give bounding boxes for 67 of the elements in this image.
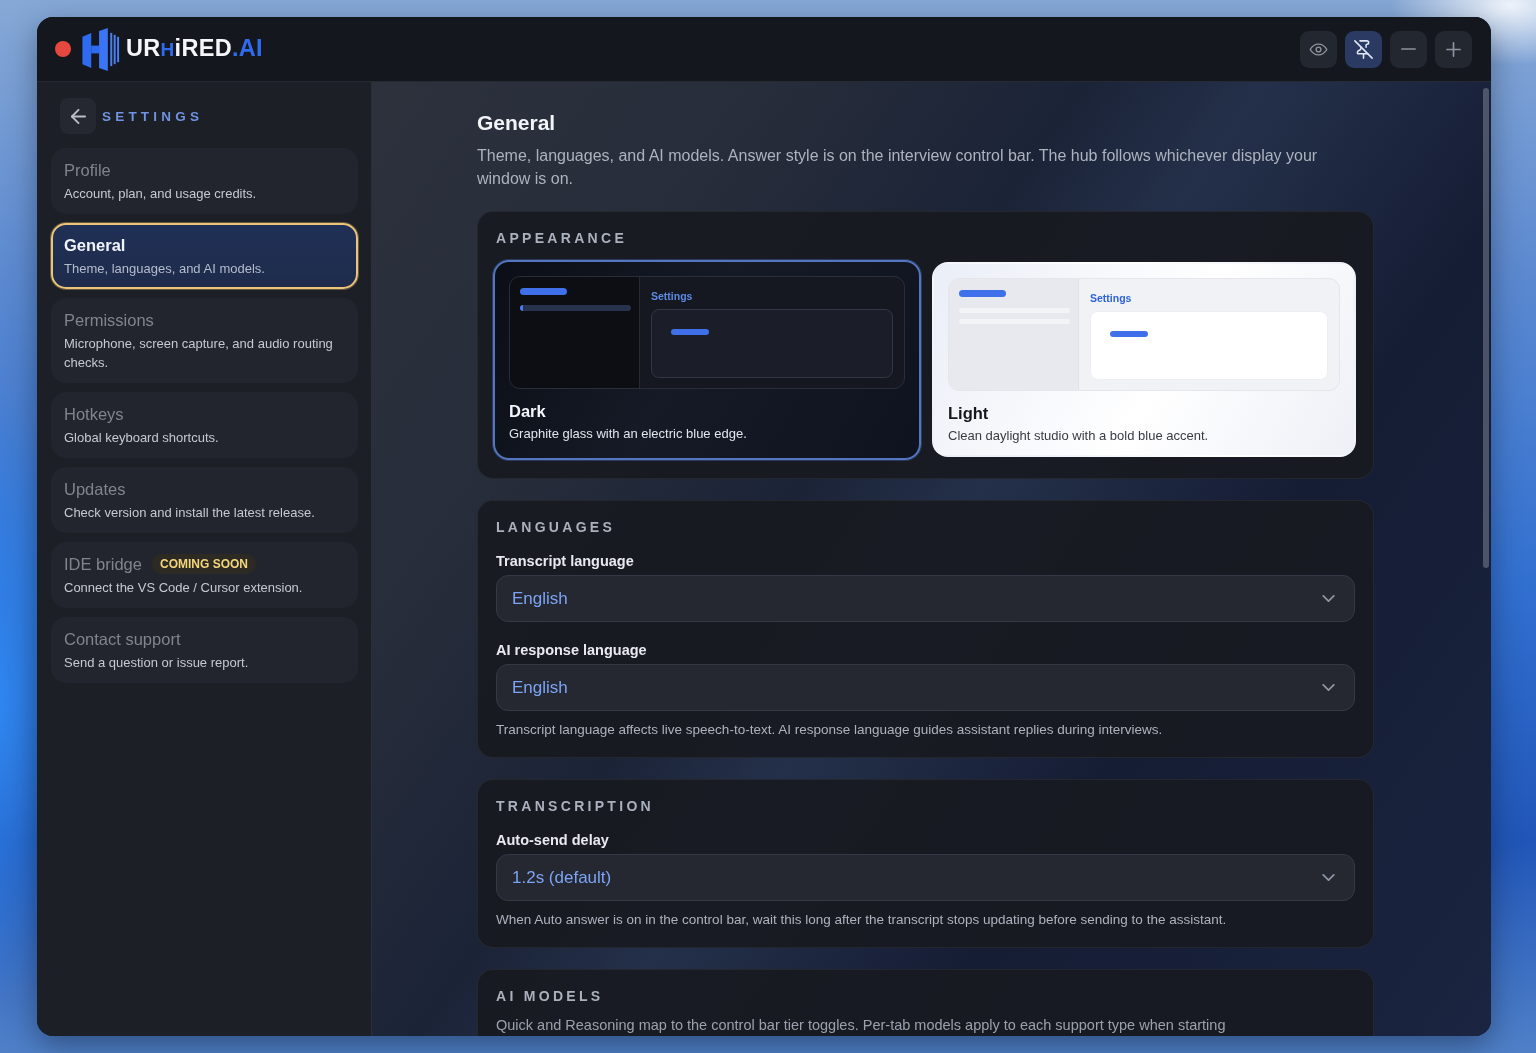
scrollbar[interactable] bbox=[1483, 88, 1489, 568]
nav-item-title: General bbox=[64, 235, 126, 256]
pin-button[interactable] bbox=[1345, 30, 1382, 68]
nav-item[interactable]: Profile Account, plan, and usage credits. bbox=[51, 148, 358, 214]
dropdown[interactable]: 1.2s (default) bbox=[496, 854, 1355, 901]
theme-description: Graphite glass with an electric blue edge. bbox=[509, 425, 748, 443]
logo-text: URHiRED.AI bbox=[126, 34, 263, 63]
theme-option[interactable]: Settings Light Clean daylight studio with a bold blue accent. bbox=[932, 262, 1356, 457]
minus-button[interactable] bbox=[1390, 30, 1427, 68]
placeholder-bar bbox=[671, 329, 709, 335]
pin-slash-icon bbox=[1354, 39, 1373, 59]
theme-option[interactable]: Settings Dark Graphite glass with an electric blue edge. bbox=[493, 260, 921, 460]
preview-heading: Settings bbox=[651, 289, 694, 303]
placeholder-bar bbox=[959, 290, 1006, 297]
nav-item-description: Account, plan, and usage credits. bbox=[64, 185, 258, 203]
back-button[interactable] bbox=[60, 98, 96, 134]
nav-item-description: Connect the VS Code / Cursor extension. bbox=[64, 579, 304, 597]
theme-description: Clean daylight studio with a bold blue accent. bbox=[948, 427, 1210, 445]
theme-name: Light bbox=[948, 403, 990, 423]
section-heading: LANGUAGES bbox=[496, 518, 617, 536]
nav-item[interactable]: General Theme, languages, and AI models. bbox=[51, 223, 358, 289]
plus-icon bbox=[1446, 41, 1461, 57]
nav-item-title: Permissions bbox=[64, 310, 154, 331]
field-label: Auto-send delay bbox=[496, 831, 610, 849]
field-label: Transcript language bbox=[496, 552, 635, 570]
placeholder-bar bbox=[520, 288, 567, 295]
page-title: General bbox=[477, 110, 557, 136]
nav-item-title: Hotkeys bbox=[64, 404, 124, 425]
nav-item-description: Theme, languages, and AI models. bbox=[64, 260, 266, 278]
section-description: Quick and Reasoning map to the control bar tier toggles. Per-tab models apply to each support type when starting bbox=[496, 1016, 1227, 1034]
status-badge: COMING SOON bbox=[151, 554, 256, 574]
visibility-button[interactable] bbox=[1300, 30, 1337, 68]
page-description: Theme, languages, and AI models. Answer style is on the interview control bar. The hub follows whichever display your window is on. bbox=[477, 146, 1319, 189]
theme-name: Dark bbox=[509, 401, 547, 421]
minus-icon bbox=[1401, 47, 1416, 51]
chevron-down-icon bbox=[1322, 595, 1335, 602]
chevron-down-icon bbox=[1322, 684, 1335, 691]
nav-item-title: Profile bbox=[64, 160, 111, 181]
placeholder-bar bbox=[1110, 331, 1148, 337]
close-button[interactable] bbox=[55, 41, 71, 57]
nav-item-description: Check version and install the latest release. bbox=[64, 504, 316, 522]
section-description: When Auto answer is on in the control bar, wait this long after the transcript stops updating before sending to the assistant. bbox=[496, 911, 1228, 929]
nav-item[interactable]: Permissions Microphone, screen capture, and audio routing checks. bbox=[51, 298, 358, 383]
nav-item[interactable]: Hotkeys Global keyboard shortcuts. bbox=[51, 392, 358, 458]
nav-item-description: Send a question or issue report. bbox=[64, 654, 250, 672]
section-heading: APPEARANCE bbox=[496, 229, 628, 247]
preview-heading: Settings bbox=[1090, 291, 1133, 305]
chevron-down-icon bbox=[1322, 874, 1335, 881]
section-heading: TRANSCRIPTION bbox=[496, 797, 655, 815]
eye-icon bbox=[1309, 42, 1328, 56]
dropdown[interactable]: English bbox=[496, 664, 1355, 711]
arrow-left-icon bbox=[70, 108, 86, 124]
nav-item-description: Microphone, screen capture, and audio routing checks. bbox=[64, 335, 334, 372]
section-heading: AI MODELS bbox=[496, 987, 605, 1005]
logo-icon bbox=[81, 27, 121, 71]
nav-item[interactable]: IDE bridge COMING SOON Connect the VS Code / Cursor extension. bbox=[51, 542, 358, 608]
nav-item-title: Updates bbox=[64, 479, 126, 500]
nav-item-title: IDE bridge bbox=[64, 554, 142, 575]
nav-item-description: Global keyboard shortcuts. bbox=[64, 429, 220, 447]
plus-button[interactable] bbox=[1435, 30, 1472, 68]
nav-item-title: Contact support bbox=[64, 629, 181, 650]
nav-item[interactable]: Contact support Send a question or issue report. bbox=[51, 617, 358, 683]
nav-item[interactable]: Updates Check version and install the latest release. bbox=[51, 467, 358, 533]
field-label: AI response language bbox=[496, 641, 648, 659]
sidebar-title: SETTINGS bbox=[102, 108, 204, 124]
section-description: Transcript language affects live speech-to-text. AI response language guides assistant replies during interviews. bbox=[496, 721, 1164, 739]
dropdown[interactable]: English bbox=[496, 575, 1355, 622]
